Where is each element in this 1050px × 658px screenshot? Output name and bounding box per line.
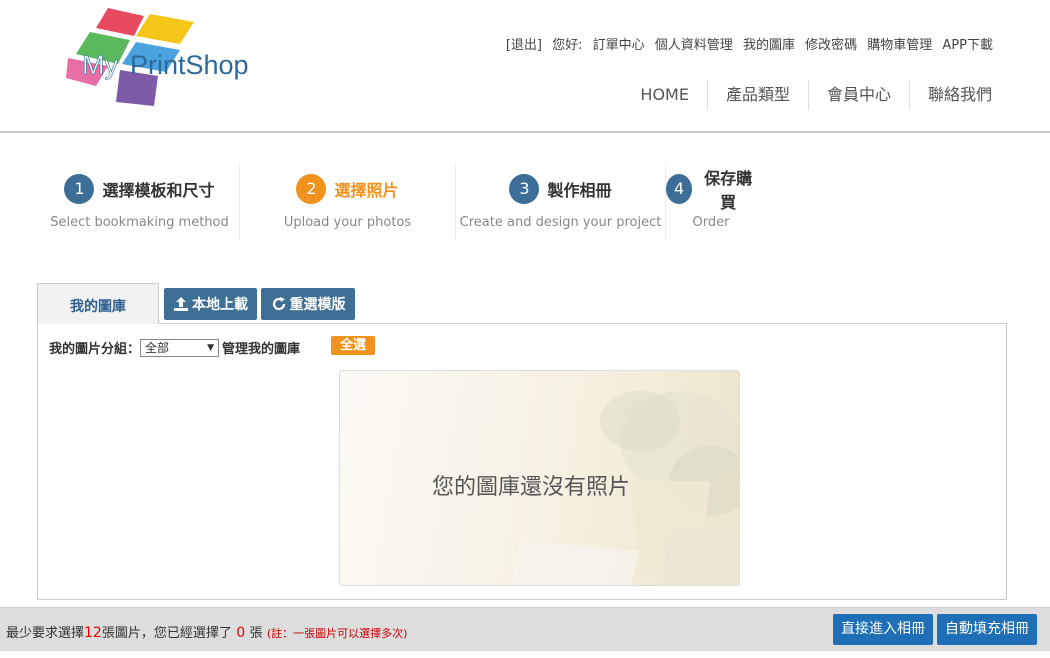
select-all-button[interactable]: 全選 (331, 336, 375, 355)
step-title: 保存購買 (704, 169, 753, 212)
profile-link[interactable]: 個人資料管理 (655, 38, 733, 53)
local-upload-button[interactable]: 本地上載 (164, 288, 257, 320)
refresh-icon (272, 297, 285, 311)
greeting-text: 您好: (552, 38, 583, 53)
group-select-value: 全部 (145, 340, 170, 355)
nav-products[interactable]: 產品類型 (706, 80, 808, 110)
my-gallery-link[interactable]: 我的圖庫 (743, 38, 795, 53)
selected-count: 0 (231, 625, 250, 641)
step-1: 1 選擇模板和尺寸 Select bookmaking method (40, 163, 240, 241)
step-title: 製作相冊 (547, 181, 612, 200)
reselect-template-button[interactable]: 重選模版 (261, 288, 355, 320)
step-number: 4 (666, 174, 693, 204)
enter-album-button[interactable]: 直接進入相冊 (833, 614, 933, 645)
manage-gallery-link[interactable]: 管理我的圖庫 (222, 338, 300, 357)
nav-contact[interactable]: 聯絡我們 (908, 80, 1010, 110)
step-subtitle: Select bookmaking method (50, 215, 229, 230)
orders-link[interactable]: 訂單中心 (593, 38, 645, 53)
status-text-a: 最少要求選擇 (6, 626, 85, 641)
autofill-album-button[interactable]: 自動填充相冊 (937, 614, 1037, 645)
progress-steps: 1 選擇模板和尺寸 Select bookmaking method 2 選擇照片 … (40, 163, 760, 241)
step-title: 選擇模板和尺寸 (102, 181, 215, 200)
empty-gallery-message: 您的圖庫還沒有照片 (432, 475, 631, 500)
tab-my-gallery[interactable]: 我的圖庫 (37, 283, 159, 324)
min-count: 12 (84, 625, 102, 641)
nav-member-center[interactable]: 會員中心 (807, 80, 909, 110)
page-footer-gap (0, 651, 1050, 658)
gallery-panel: 我的圖片分組： 全部 ▼ 管理我的圖庫 全選 您的圖庫還沒有照片 (37, 323, 1007, 600)
step-4: 4 保存購買 Order (666, 163, 756, 241)
local-upload-label: 本地上載 (192, 297, 248, 313)
myprintshop-logo[interactable]: My PrintShop (66, 6, 256, 108)
status-note: (註：一張圖片可以選擇多次) (266, 627, 408, 640)
group-filter: 我的圖片分組： 全部 ▼ 管理我的圖庫 (49, 338, 300, 357)
group-select[interactable]: 全部 ▼ (140, 338, 220, 357)
step-3: 3 製作相冊 Create and design your project (456, 163, 666, 241)
group-filter-label: 我的圖片分組： (49, 342, 141, 357)
top-links: [退出] 您好: 訂單中心 個人資料管理 我的圖庫 修改密碼 購物車管理 APP… (500, 34, 993, 53)
step-subtitle: Order (692, 215, 730, 230)
upload-icon (174, 297, 188, 311)
logout-link[interactable]: [退出] (506, 38, 542, 53)
step-number: 2 (296, 174, 327, 204)
step-title: 選擇照片 (334, 181, 399, 200)
selection-status-text: 最少要求選擇12張圖片，您已經選擇了 0 張 (註：一張圖片可以選擇多次) (6, 622, 407, 641)
cart-link[interactable]: 購物車管理 (867, 38, 932, 53)
dropdown-arrow-icon: ▼ (207, 342, 215, 353)
svg-text:PrintShop: PrintShop (130, 50, 249, 80)
change-password-link[interactable]: 修改密碼 (805, 38, 857, 53)
step-subtitle: Upload your photos (283, 215, 412, 230)
step-subtitle: Create and design your project (459, 215, 662, 230)
step-number: 3 (509, 174, 540, 204)
svg-text:My: My (82, 50, 118, 80)
step-number: 1 (64, 174, 95, 204)
reselect-template-label: 重選模版 (289, 297, 346, 313)
status-text-c: 張 (249, 626, 267, 641)
main-nav: HOME 產品類型 會員中心 聯絡我們 (622, 80, 1010, 110)
site-header: My PrintShop [退出] 您好: 訂單中心 個人資料管理 我的圖庫 修… (0, 0, 1050, 133)
selection-status-bar: 最少要求選擇12張圖片，您已經選擇了 0 張 (註：一張圖片可以選擇多次) 直接… (0, 607, 1050, 651)
status-text-b: 張圖片，您已經選擇了 (101, 626, 232, 641)
nav-home[interactable]: HOME (622, 80, 707, 110)
empty-gallery-placeholder: 您的圖庫還沒有照片 (339, 370, 740, 586)
app-download-link[interactable]: APP下載 (942, 38, 993, 53)
step-2: 2 選擇照片 Upload your photos (240, 163, 456, 241)
